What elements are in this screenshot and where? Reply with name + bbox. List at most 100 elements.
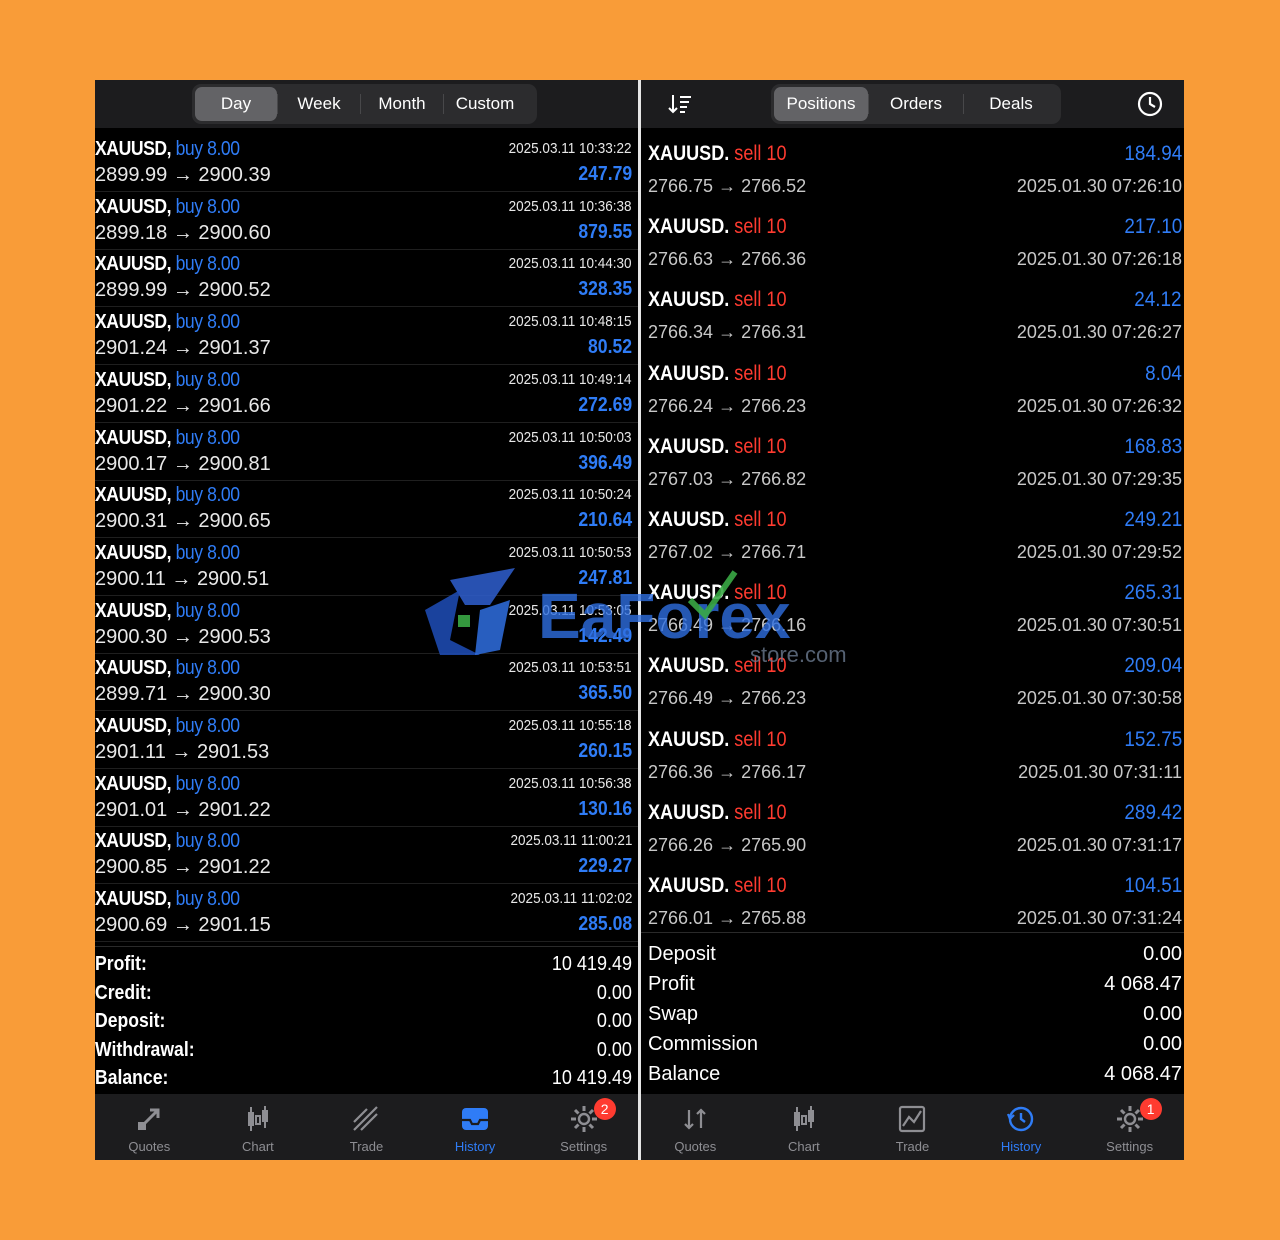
tab-settings[interactable]: Settings 1 xyxy=(1075,1094,1184,1160)
symbol-label: XAUUSD. sell 10 xyxy=(648,801,787,825)
symbol-label: XAUUSD, buy 8.00 xyxy=(95,369,240,392)
tab-quotes[interactable]: Quotes xyxy=(95,1094,204,1160)
candles-icon xyxy=(247,1106,268,1131)
trade-time: 2025.03.11 10:48:15 xyxy=(509,313,632,331)
trade-time: 2025.01.30 07:26:18 xyxy=(1016,249,1182,270)
clock-icon[interactable] xyxy=(1136,90,1164,118)
symbol-label: XAUUSD. sell 10 xyxy=(648,654,787,678)
position-row[interactable]: XAUUSD. sell 10 2766.34 → 2766.31 2025.01.… xyxy=(641,282,1184,355)
position-row[interactable]: XAUUSD. sell 10 2766.49 → 2766.16 2025.01.… xyxy=(641,575,1184,648)
summary-row: Profit 4 068.47 xyxy=(641,971,1184,1001)
summary-label: Withdrawal: xyxy=(95,1038,195,1061)
deal-row[interactable]: XAUUSD, buy 8.00 2901.24 → 2901.37 2025.03… xyxy=(95,307,638,366)
profit-value: 80.52 xyxy=(587,336,632,359)
trade-side: buy 8.00 xyxy=(175,657,240,680)
close-price: 2766.16 xyxy=(741,615,807,636)
tab-chart[interactable]: Chart xyxy=(204,1094,313,1160)
tab-positions[interactable]: Positions xyxy=(774,87,868,121)
account-summary: Profit: 10 419.49 Credit: 0.00 Deposit: 0.00 W… xyxy=(95,946,638,1094)
deal-row[interactable]: XAUUSD, buy 8.00 2900.17 → 2900.81 2025.03… xyxy=(95,423,638,481)
close-price: 2900.53 xyxy=(198,625,271,648)
deal-row[interactable]: XAUUSD, buy 8.00 2900.11 → 2900.51 2025.03… xyxy=(95,538,638,596)
deal-row[interactable]: XAUUSD, buy 8.00 2901.22 → 2901.66 2025.03… xyxy=(95,365,638,423)
deal-row[interactable]: XAUUSD, buy 8.00 2900.30 → 2900.53 2025.03… xyxy=(95,596,638,654)
deal-row[interactable]: XAUUSD, buy 8.00 2900.69 → 2901.15 2025.03… xyxy=(95,884,638,943)
open-price: 2766.49 xyxy=(648,688,714,709)
close-price: 2901.66 xyxy=(198,394,271,417)
deal-row[interactable]: XAUUSD, buy 8.00 2901.01 → 2901.22 2025.03… xyxy=(95,769,638,827)
arrow-icon: → xyxy=(718,249,737,270)
summary-row: Deposit 0.00 xyxy=(641,941,1184,971)
deal-row[interactable]: XAUUSD, buy 8.00 2899.99 → 2900.52 2025.03… xyxy=(95,249,638,308)
close-price: 2900.30 xyxy=(198,683,271,706)
summary-value: 0.00 xyxy=(596,981,632,1004)
account-summary: Deposit 0.00 Profit 4 068.47 Swap 0.00 Commiss… xyxy=(641,932,1184,1091)
price-range: 2766.24 → 2766.23 xyxy=(648,396,806,417)
price-range: 2766.36 → 2766.17 xyxy=(648,762,806,783)
tab-history[interactable]: History xyxy=(421,1094,530,1160)
tab-week[interactable]: Week xyxy=(278,87,360,121)
open-price: 2899.99 xyxy=(95,279,168,302)
tab-orders[interactable]: Orders xyxy=(869,87,963,121)
deal-row[interactable]: XAUUSD, buy 8.00 2899.71 → 2900.30 2025.03… xyxy=(95,653,638,712)
deal-row[interactable]: XAUUSD, buy 8.00 2900.31 → 2900.65 2025.03… xyxy=(95,480,638,539)
open-price: 2766.34 xyxy=(648,322,714,343)
profit-value: 249.21 xyxy=(1124,508,1182,531)
arrow-icon: → xyxy=(172,856,193,879)
sort-icon[interactable] xyxy=(667,92,693,116)
symbol-label: XAUUSD, buy 8.00 xyxy=(95,715,240,738)
deal-row[interactable]: XAUUSD, buy 8.00 2899.18 → 2900.60 2025.03… xyxy=(95,192,638,250)
trade-time: 2025.03.11 10:53:05 xyxy=(509,601,632,619)
arrow-icon: → xyxy=(172,625,193,648)
tab-label: Chart xyxy=(241,1139,274,1154)
symbol-name: XAUUSD. xyxy=(648,654,730,678)
position-row[interactable]: XAUUSD. sell 10 2766.36 → 2766.17 2025.01.… xyxy=(641,722,1184,795)
symbol-label: XAUUSD. sell 10 xyxy=(648,874,787,898)
symbol-name: XAUUSD, xyxy=(95,311,172,334)
profit-value: 142.49 xyxy=(578,624,632,647)
quotes-icon xyxy=(138,1108,160,1130)
symbol-label: XAUUSD. sell 10 xyxy=(648,508,787,532)
arrow-icon: → xyxy=(718,395,737,416)
profit-value: 184.94 xyxy=(1124,142,1182,165)
tab-chart[interactable]: Chart xyxy=(750,1094,859,1160)
open-price: 2766.24 xyxy=(648,395,714,416)
trade-side: sell 10 xyxy=(734,215,787,239)
tab-day[interactable]: Day xyxy=(195,87,277,121)
tab-trade[interactable]: Trade xyxy=(312,1094,421,1160)
deal-row[interactable]: XAUUSD, buy 8.00 2899.99 → 2900.39 2025.03… xyxy=(95,134,638,192)
symbol-name: XAUUSD, xyxy=(95,888,172,911)
tab-month[interactable]: Month xyxy=(361,87,443,121)
position-row[interactable]: XAUUSD. sell 10 2766.63 → 2766.36 2025.01.… xyxy=(641,209,1184,282)
tab-deals[interactable]: Deals xyxy=(964,87,1058,121)
arrow-icon: → xyxy=(172,221,193,244)
trade-time: 2025.01.30 07:30:51 xyxy=(1016,615,1182,636)
open-price: 2766.49 xyxy=(648,615,714,636)
deal-row[interactable]: XAUUSD, buy 8.00 2901.11 → 2901.53 2025.03… xyxy=(95,711,638,769)
trade-time: 2025.03.11 10:50:53 xyxy=(509,543,632,561)
symbol-label: XAUUSD, buy 8.00 xyxy=(95,138,240,161)
position-row[interactable]: XAUUSD. sell 10 2766.26 → 2765.90 2025.01.… xyxy=(641,795,1184,868)
summary-value: 0.00 xyxy=(1143,1003,1182,1025)
symbol-name: XAUUSD, xyxy=(95,195,172,218)
position-row[interactable]: XAUUSD. sell 10 2766.75 → 2766.52 2025.01.… xyxy=(641,136,1184,209)
tab-quotes[interactable]: Quotes xyxy=(641,1094,750,1160)
symbol-label: XAUUSD, buy 8.00 xyxy=(95,484,240,507)
price-range: 2766.63 → 2766.36 xyxy=(648,249,806,270)
tab-trade[interactable]: Trade xyxy=(858,1094,967,1160)
position-row[interactable]: XAUUSD. sell 10 2767.03 → 2766.82 2025.01.… xyxy=(641,429,1184,502)
close-price: 2901.15 xyxy=(198,914,271,937)
tab-settings[interactable]: Settings 2 xyxy=(529,1094,638,1160)
symbol-name: XAUUSD, xyxy=(95,541,172,564)
summary-label: Commission xyxy=(648,1033,759,1055)
notification-badge: 1 xyxy=(1139,1098,1162,1120)
position-row[interactable]: XAUUSD. sell 10 2766.01 → 2765.88 2025.01.… xyxy=(641,868,1184,941)
deal-row[interactable]: XAUUSD, buy 8.00 2900.85 → 2901.22 2025.03… xyxy=(95,826,638,885)
position-row[interactable]: XAUUSD. sell 10 2766.49 → 2766.23 2025.01.… xyxy=(641,648,1184,721)
trade-side: buy 8.00 xyxy=(175,541,240,564)
position-row[interactable]: XAUUSD. sell 10 2766.24 → 2766.23 2025.01.… xyxy=(641,356,1184,429)
tab-custom[interactable]: Custom xyxy=(444,87,526,121)
profit-value: 152.75 xyxy=(1124,727,1182,751)
position-row[interactable]: XAUUSD. sell 10 2767.02 → 2766.71 2025.01.… xyxy=(641,502,1184,575)
tab-history[interactable]: History xyxy=(967,1094,1076,1160)
